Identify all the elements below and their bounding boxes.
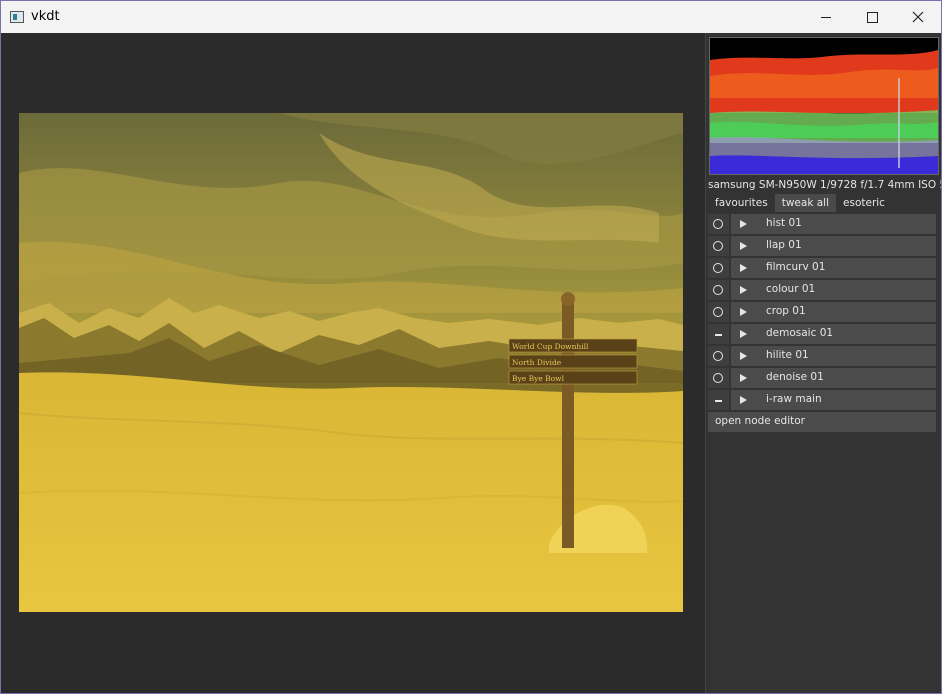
- module-expand-button[interactable]: hist 01: [731, 214, 936, 234]
- module-toggle[interactable]: [708, 346, 729, 366]
- module-row: crop 01: [708, 302, 936, 322]
- module-row: hilite 01: [708, 346, 936, 366]
- tab-favourites[interactable]: favourites: [708, 194, 775, 212]
- play-triangle-icon: [740, 242, 747, 250]
- circle-icon: [713, 285, 723, 295]
- circle-icon: [713, 263, 723, 273]
- module-expand-button[interactable]: crop 01: [731, 302, 936, 322]
- camera-info: samsung SM-N950W 1/9728 f/1.7 4mm ISO 50: [708, 179, 942, 191]
- module-label: crop 01: [766, 305, 806, 317]
- sign-line-3: Bye Bye Bowl: [512, 374, 565, 383]
- panel-tabs: favourites tweak all esoteric: [708, 194, 892, 212]
- open-node-editor-button[interactable]: open node editor: [708, 412, 936, 432]
- sign-line-1: World Cup Downhill: [512, 342, 589, 351]
- module-label: hilite 01: [766, 349, 809, 361]
- module-toggle[interactable]: [708, 280, 729, 300]
- app-window: vkdt World Cup Downhill North Divide Bye…: [0, 0, 942, 694]
- module-row: hist 01: [708, 214, 936, 234]
- module-expand-button[interactable]: denoise 01: [731, 368, 936, 388]
- circle-icon: [713, 351, 723, 361]
- module-row: i-raw main: [708, 390, 936, 410]
- module-row: denoise 01: [708, 368, 936, 388]
- module-toggle[interactable]: [708, 324, 729, 344]
- module-label: i-raw main: [766, 393, 822, 405]
- dash-icon: [715, 334, 722, 336]
- module-toggle[interactable]: [708, 302, 729, 322]
- play-triangle-icon: [740, 286, 747, 294]
- play-triangle-icon: [740, 352, 747, 360]
- module-label: demosaic 01: [766, 327, 834, 339]
- module-row: demosaic 01: [708, 324, 936, 344]
- node-editor-label: open node editor: [715, 415, 805, 427]
- image-viewport[interactable]: World Cup Downhill North Divide Bye Bye …: [1, 33, 705, 693]
- title-bar[interactable]: vkdt: [1, 1, 941, 33]
- module-expand-button[interactable]: colour 01: [731, 280, 936, 300]
- module-label: filmcurv 01: [766, 261, 826, 273]
- play-triangle-icon: [740, 264, 747, 272]
- circle-icon: [713, 307, 723, 317]
- histogram: [709, 37, 939, 175]
- app-icon: [10, 11, 24, 23]
- sign-line-2: North Divide: [512, 358, 562, 367]
- play-triangle-icon: [740, 330, 747, 338]
- circle-icon: [713, 219, 723, 229]
- module-toggle[interactable]: [708, 236, 729, 256]
- module-expand-button[interactable]: i-raw main: [731, 390, 936, 410]
- module-expand-button[interactable]: hilite 01: [731, 346, 936, 366]
- play-triangle-icon: [740, 220, 747, 228]
- photo-canvas[interactable]: World Cup Downhill North Divide Bye Bye …: [19, 113, 683, 612]
- module-expand-button[interactable]: filmcurv 01: [731, 258, 936, 278]
- right-panel: samsung SM-N950W 1/9728 f/1.7 4mm ISO 50…: [705, 33, 942, 693]
- module-label: hist 01: [766, 217, 802, 229]
- play-triangle-icon: [740, 308, 747, 316]
- close-icon[interactable]: [895, 1, 941, 33]
- maximize-icon[interactable]: [849, 1, 895, 33]
- module-row: llap 01: [708, 236, 936, 256]
- module-row: filmcurv 01: [708, 258, 936, 278]
- module-toggle[interactable]: [708, 368, 729, 388]
- tab-esoteric[interactable]: esoteric: [836, 194, 892, 212]
- module-toggle[interactable]: [708, 258, 729, 278]
- window-title: vkdt: [31, 9, 60, 24]
- play-triangle-icon: [740, 374, 747, 382]
- module-expand-button[interactable]: demosaic 01: [731, 324, 936, 344]
- module-expand-button[interactable]: llap 01: [731, 236, 936, 256]
- circle-icon: [713, 373, 723, 383]
- module-label: denoise 01: [766, 371, 824, 383]
- module-label: llap 01: [766, 239, 802, 251]
- play-triangle-icon: [740, 396, 747, 404]
- module-list: hist 01 llap 01 filmcurv 01 colour 01 crop 0…: [708, 214, 936, 412]
- dash-icon: [715, 400, 722, 402]
- circle-icon: [713, 241, 723, 251]
- module-label: colour 01: [766, 283, 816, 295]
- module-toggle[interactable]: [708, 214, 729, 234]
- tab-tweak-all[interactable]: tweak all: [774, 194, 837, 212]
- module-row: colour 01: [708, 280, 936, 300]
- minimize-icon[interactable]: [803, 1, 849, 33]
- module-toggle[interactable]: [708, 390, 729, 410]
